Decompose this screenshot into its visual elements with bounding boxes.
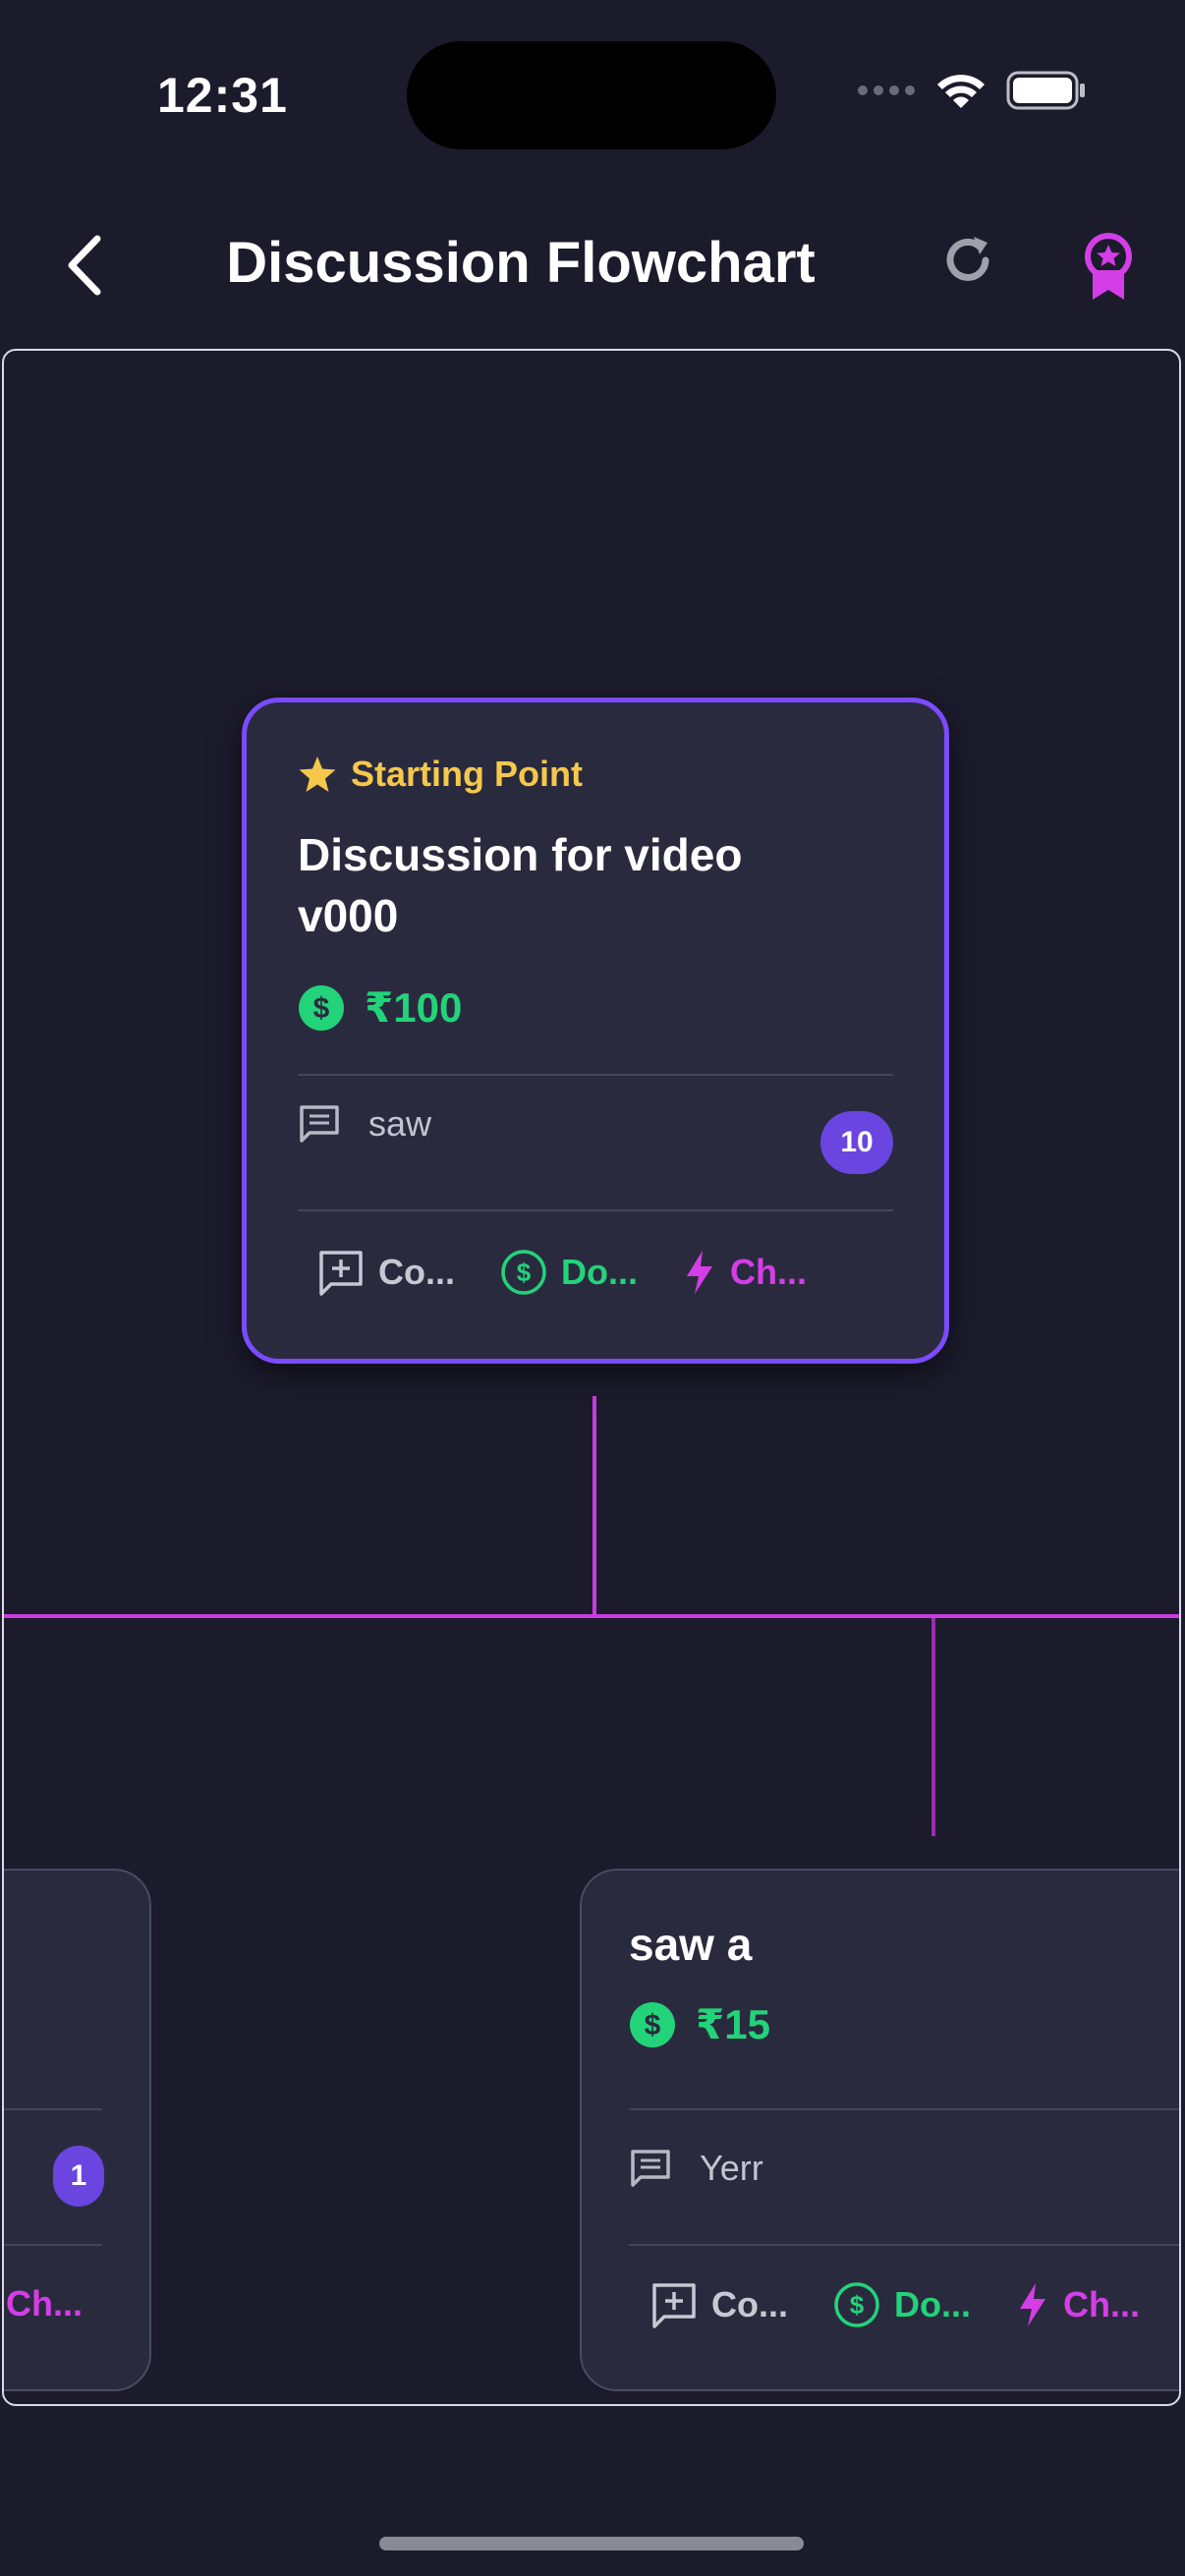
discussion-node-left[interactable]: 1 Ch...	[4, 1869, 151, 2391]
award-badge-icon	[1085, 233, 1132, 300]
page-title: Discussion Flowchart	[226, 231, 816, 295]
node-actions: Co... $ Do... Ch...	[317, 1249, 852, 1296]
node-actions: Co... $ Do... Ch...	[650, 2281, 1179, 2328]
node-amount: $ ₹15	[629, 2000, 770, 2048]
svg-text:$: $	[313, 992, 330, 1025]
node-title: saw a	[629, 1919, 753, 1970]
challenge-action-label: Ch...	[6, 2283, 83, 2324]
dollar-circle-icon: $	[834, 2282, 879, 2327]
node-actions: Ch...	[6, 2283, 128, 2324]
signal-icon	[857, 84, 916, 102]
add-comment-button[interactable]: Co...	[650, 2281, 788, 2328]
dollar-circle-icon: $	[501, 1250, 546, 1295]
svg-text:$: $	[517, 1258, 532, 1287]
discussion-node-right[interactable]: saw a $ ₹15 Yerr Co... $ Do... Ch...	[580, 1869, 1181, 2391]
comment-text: saw	[368, 1103, 432, 1144]
donate-action-label: Do...	[561, 1252, 638, 1292]
starting-point-label: Starting Point	[298, 754, 583, 795]
comment-count-badge: 1	[53, 2146, 104, 2207]
add-comment-icon	[319, 1251, 363, 1296]
divider	[4, 2108, 102, 2110]
comment-text: Yerr	[700, 2148, 763, 2188]
challenge-action-label: Ch...	[1063, 2284, 1140, 2324]
comment-count-badge: 10	[820, 1111, 893, 1174]
donate-button[interactable]: $ Do...	[833, 2281, 971, 2328]
divider	[298, 1074, 893, 1076]
lightning-icon	[1020, 2283, 1045, 2326]
dynamic-island	[407, 41, 776, 149]
lightning-icon	[687, 1251, 712, 1294]
svg-text:$: $	[645, 2009, 661, 2042]
challenge-action-label: Ch...	[730, 1252, 807, 1292]
connector-line	[592, 1396, 596, 1616]
donate-button[interactable]: $ Do...	[500, 1249, 638, 1296]
home-indicator[interactable]	[379, 2537, 804, 2550]
comment-action-label: Co...	[378, 1252, 455, 1292]
challenge-button[interactable]: Ch...	[1016, 2281, 1140, 2328]
flowchart-canvas[interactable]: Starting Point Discussion for video v000…	[2, 349, 1181, 2406]
battery-icon	[1006, 71, 1087, 115]
refresh-button[interactable]	[938, 231, 1007, 300]
status-icons	[857, 71, 1087, 115]
comment-preview: saw	[298, 1103, 431, 1145]
amount-value: ₹100	[365, 984, 463, 1031]
dollar-coin-icon: $	[299, 984, 344, 1031]
svg-text:$: $	[850, 2290, 865, 2320]
challenge-button[interactable]: Ch...	[683, 1249, 807, 1296]
add-comment-button[interactable]: Co...	[317, 1249, 455, 1296]
status-time: 12:31	[157, 68, 288, 123]
node-title: Discussion for video v000	[298, 829, 743, 941]
add-comment-icon	[652, 2283, 696, 2328]
message-icon	[631, 2150, 670, 2187]
comment-action-label: Co...	[711, 2284, 788, 2324]
connector-line	[931, 1618, 935, 1836]
divider	[298, 1209, 893, 1211]
comment-count-badge	[1179, 2146, 1181, 2207]
message-icon	[300, 1105, 339, 1143]
award-button[interactable]	[1079, 231, 1148, 309]
discussion-node-root[interactable]: Starting Point Discussion for video v000…	[242, 698, 949, 1364]
challenge-button[interactable]: Ch...	[6, 2283, 83, 2324]
star-icon	[299, 756, 336, 792]
divider	[4, 2244, 102, 2246]
starting-point-text: Starting Point	[351, 754, 583, 794]
connector-line	[4, 1614, 1179, 1618]
dollar-coin-icon: $	[630, 2001, 675, 2047]
node-amount: $ ₹100	[298, 983, 462, 1032]
wifi-icon	[935, 71, 987, 115]
donate-action-label: Do...	[894, 2284, 971, 2324]
refresh-icon	[946, 237, 989, 281]
amount-value: ₹15	[696, 2001, 770, 2047]
divider	[629, 2244, 1179, 2246]
divider	[629, 2108, 1179, 2110]
comment-preview: Yerr	[629, 2148, 763, 2189]
